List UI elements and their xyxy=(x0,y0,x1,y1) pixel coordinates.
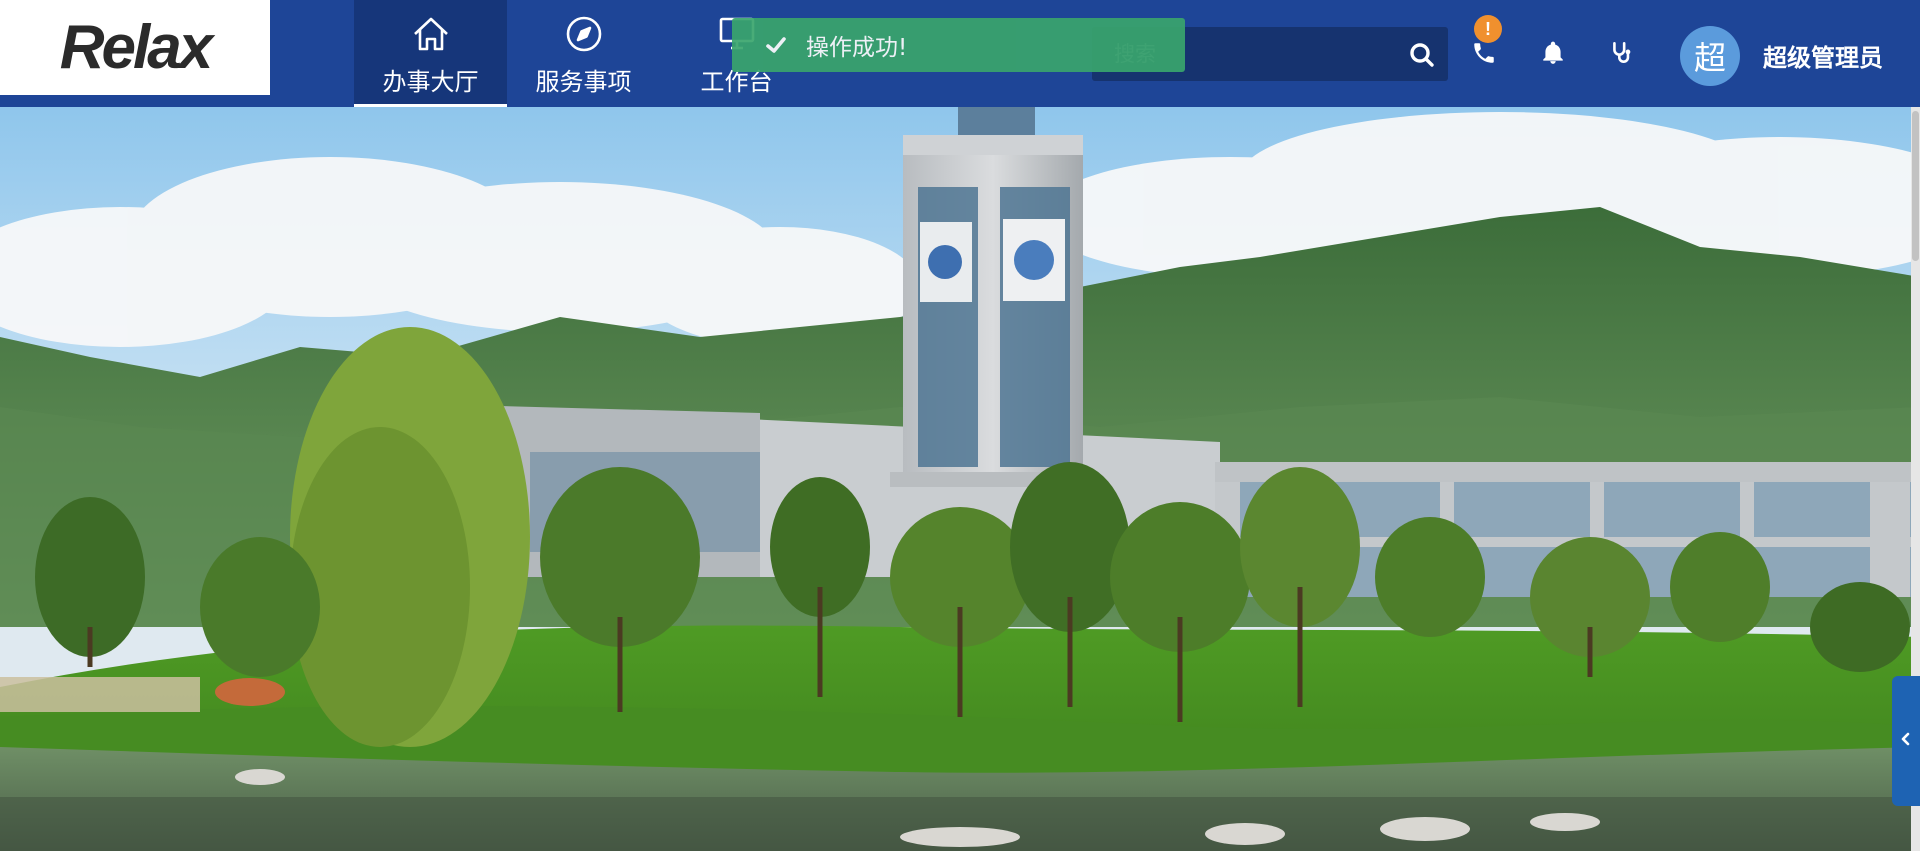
avatar[interactable]: 超 xyxy=(1680,26,1740,86)
bell-icon[interactable] xyxy=(1538,38,1568,68)
nav-label: 办事大厅 xyxy=(382,68,479,96)
compass-icon xyxy=(564,14,604,54)
success-toast: 操作成功! xyxy=(732,18,1185,72)
logo-text: Relax xyxy=(59,13,213,82)
scrollbar-thumb[interactable] xyxy=(1912,111,1919,261)
hero-banner-image xyxy=(0,107,1920,851)
check-icon xyxy=(764,33,788,57)
logo[interactable]: Relax xyxy=(0,0,270,95)
nav-item-service-items[interactable]: 服务事项 xyxy=(507,0,660,107)
nav-label: 服务事项 xyxy=(535,68,632,96)
search-icon[interactable] xyxy=(1408,41,1436,69)
notification-badge: ! xyxy=(1474,15,1502,43)
toast-message: 操作成功! xyxy=(806,35,908,61)
chevron-left-icon xyxy=(1899,731,1913,751)
side-panel-toggle[interactable] xyxy=(1892,676,1920,806)
user-name[interactable]: 超级管理员 xyxy=(1763,38,1883,73)
stethoscope-icon[interactable] xyxy=(1607,38,1637,68)
nav-item-service-hall[interactable]: 办事大厅 xyxy=(354,0,507,107)
home-icon xyxy=(411,14,451,54)
